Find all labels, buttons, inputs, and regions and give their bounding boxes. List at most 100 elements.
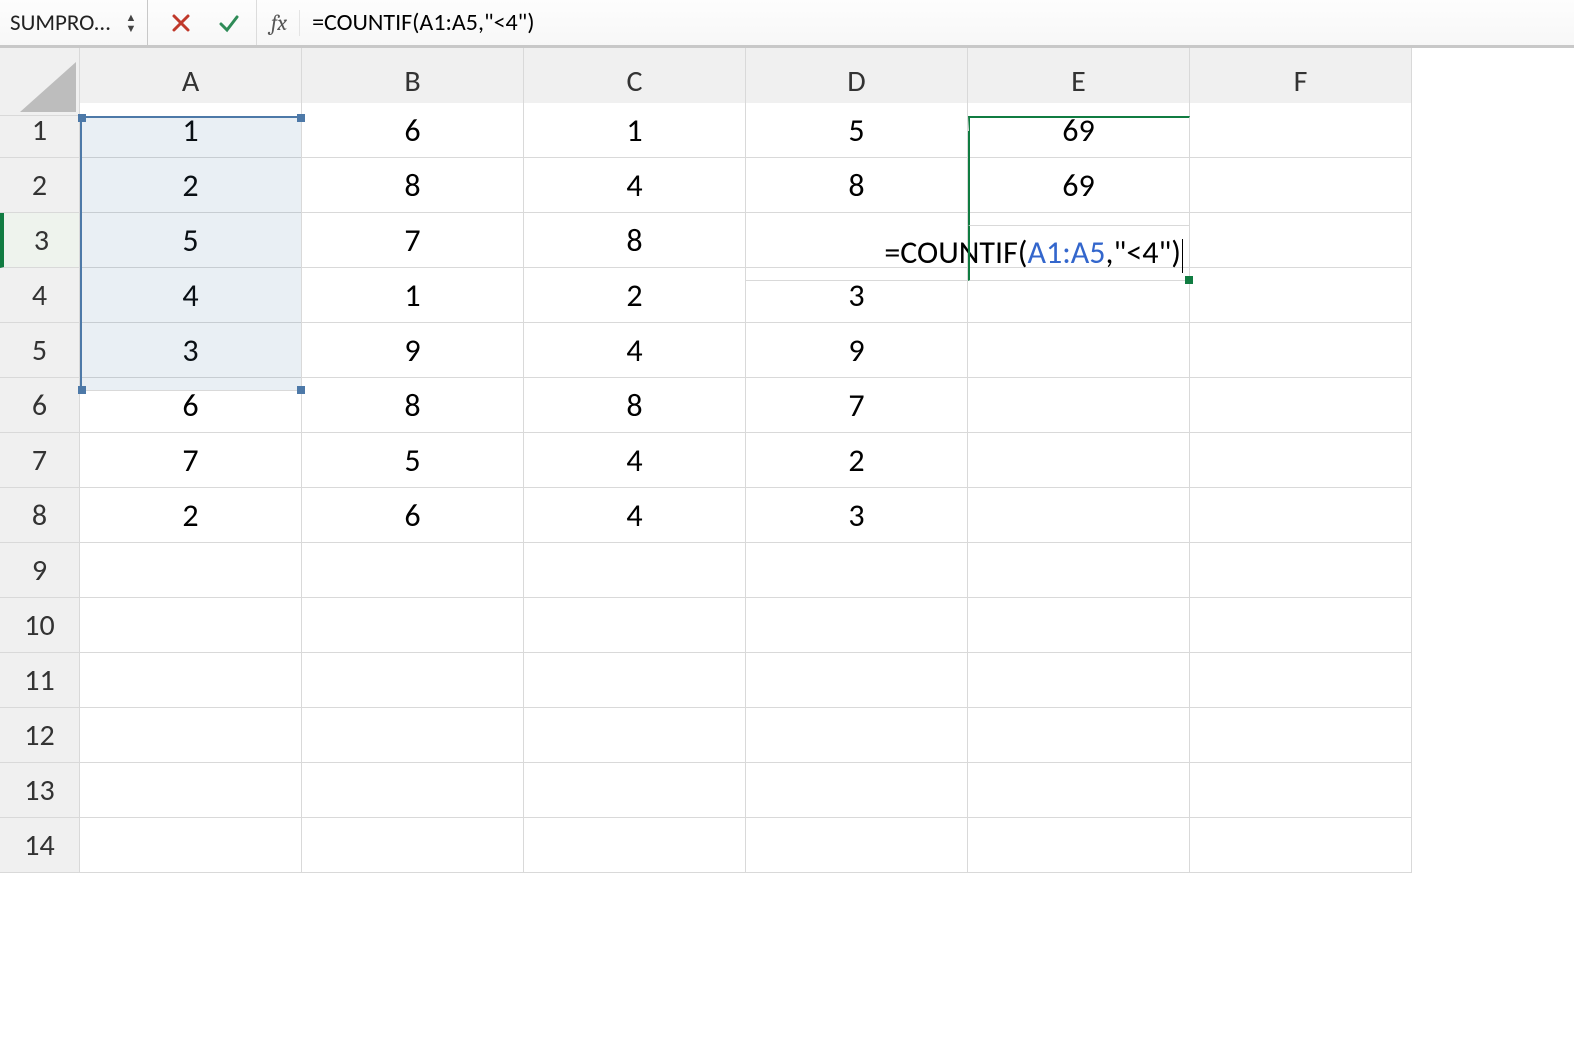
cell-F2[interactable] bbox=[1190, 158, 1412, 213]
cell-F5[interactable] bbox=[1190, 323, 1412, 378]
cell-A11[interactable] bbox=[80, 653, 302, 708]
name-box[interactable]: SUMPRO… ▲ ▼ bbox=[0, 0, 148, 45]
cell-F11[interactable] bbox=[1190, 653, 1412, 708]
cell-D1[interactable]: 5 bbox=[746, 103, 968, 158]
row-header-4[interactable]: 4 bbox=[0, 268, 80, 323]
cell-F8[interactable] bbox=[1190, 488, 1412, 543]
cell-E5[interactable] bbox=[968, 323, 1190, 378]
cell-B5[interactable]: 9 bbox=[302, 323, 524, 378]
cell-B2[interactable]: 8 bbox=[302, 158, 524, 213]
cell-D6[interactable]: 7 bbox=[746, 378, 968, 433]
cell-D8[interactable]: 3 bbox=[746, 488, 968, 543]
cell-A8[interactable]: 2 bbox=[80, 488, 302, 543]
fx-label[interactable]: fx bbox=[257, 10, 300, 36]
cell-F12[interactable] bbox=[1190, 708, 1412, 763]
cell-D2[interactable]: 8 bbox=[746, 158, 968, 213]
cell-C11[interactable] bbox=[524, 653, 746, 708]
cell-C9[interactable] bbox=[524, 543, 746, 598]
cell-A9[interactable] bbox=[80, 543, 302, 598]
cell-A2[interactable]: 2 bbox=[80, 158, 302, 213]
cell-C8[interactable]: 4 bbox=[524, 488, 746, 543]
cell-D11[interactable] bbox=[746, 653, 968, 708]
spreadsheet-grid[interactable]: A B C D E F 1 1 6 1 5 69 2 2 8 4 8 69 3 … bbox=[0, 48, 1574, 873]
cell-E9[interactable] bbox=[968, 543, 1190, 598]
cell-E14[interactable] bbox=[968, 818, 1190, 873]
row-header-10[interactable]: 10 bbox=[0, 598, 80, 653]
cell-B1[interactable]: 6 bbox=[302, 103, 524, 158]
cell-D9[interactable] bbox=[746, 543, 968, 598]
cell-D7[interactable]: 2 bbox=[746, 433, 968, 488]
cell-A3[interactable]: 5 bbox=[80, 213, 302, 268]
cell-editor[interactable]: =COUNTIF(A1:A5,"<4") bbox=[746, 226, 1190, 281]
cell-A6[interactable]: 6 bbox=[80, 378, 302, 433]
cell-B11[interactable] bbox=[302, 653, 524, 708]
cell-F4[interactable] bbox=[1190, 268, 1412, 323]
cell-C5[interactable]: 4 bbox=[524, 323, 746, 378]
cell-B3[interactable]: 7 bbox=[302, 213, 524, 268]
cell-C12[interactable] bbox=[524, 708, 746, 763]
accept-button[interactable] bbox=[216, 10, 242, 36]
row-header-5[interactable]: 5 bbox=[0, 323, 80, 378]
cell-A7[interactable]: 7 bbox=[80, 433, 302, 488]
cell-E13[interactable] bbox=[968, 763, 1190, 818]
row-header-11[interactable]: 11 bbox=[0, 653, 80, 708]
cell-A12[interactable] bbox=[80, 708, 302, 763]
cell-C6[interactable]: 8 bbox=[524, 378, 746, 433]
cell-C1[interactable]: 1 bbox=[524, 103, 746, 158]
cell-B9[interactable] bbox=[302, 543, 524, 598]
cell-F9[interactable] bbox=[1190, 543, 1412, 598]
cell-C2[interactable]: 4 bbox=[524, 158, 746, 213]
cell-F6[interactable] bbox=[1190, 378, 1412, 433]
formula-input[interactable]: =COUNTIF(A1:A5,"<4") bbox=[300, 8, 1574, 37]
cell-C4[interactable]: 2 bbox=[524, 268, 746, 323]
cell-B4[interactable]: 1 bbox=[302, 268, 524, 323]
cell-B6[interactable]: 8 bbox=[302, 378, 524, 433]
cell-E2[interactable]: 69 bbox=[968, 158, 1190, 213]
cell-F13[interactable] bbox=[1190, 763, 1412, 818]
cell-F3[interactable] bbox=[1190, 213, 1412, 268]
row-header-2[interactable]: 2 bbox=[0, 158, 80, 213]
row-header-8[interactable]: 8 bbox=[0, 488, 80, 543]
cancel-button[interactable] bbox=[168, 10, 194, 36]
cell-A14[interactable] bbox=[80, 818, 302, 873]
cell-D5[interactable]: 9 bbox=[746, 323, 968, 378]
cell-F7[interactable] bbox=[1190, 433, 1412, 488]
row-header-12[interactable]: 12 bbox=[0, 708, 80, 763]
cell-B14[interactable] bbox=[302, 818, 524, 873]
cell-C3[interactable]: 8 bbox=[524, 213, 746, 268]
cell-E10[interactable] bbox=[968, 598, 1190, 653]
cell-F10[interactable] bbox=[1190, 598, 1412, 653]
cell-D14[interactable] bbox=[746, 818, 968, 873]
cell-C7[interactable]: 4 bbox=[524, 433, 746, 488]
row-header-6[interactable]: 6 bbox=[0, 378, 80, 433]
cell-E6[interactable] bbox=[968, 378, 1190, 433]
cell-E8[interactable] bbox=[968, 488, 1190, 543]
cell-D10[interactable] bbox=[746, 598, 968, 653]
cell-B13[interactable] bbox=[302, 763, 524, 818]
cell-B12[interactable] bbox=[302, 708, 524, 763]
row-header-14[interactable]: 14 bbox=[0, 818, 80, 873]
cell-E7[interactable] bbox=[968, 433, 1190, 488]
cell-F1[interactable] bbox=[1190, 103, 1412, 158]
cell-C10[interactable] bbox=[524, 598, 746, 653]
cell-E1[interactable]: 69 bbox=[968, 103, 1190, 158]
cell-B8[interactable]: 6 bbox=[302, 488, 524, 543]
row-header-9[interactable]: 9 bbox=[0, 543, 80, 598]
row-header-3[interactable]: 3 bbox=[0, 213, 80, 268]
cell-F14[interactable] bbox=[1190, 818, 1412, 873]
row-header-13[interactable]: 13 bbox=[0, 763, 80, 818]
cell-A10[interactable] bbox=[80, 598, 302, 653]
cell-D13[interactable] bbox=[746, 763, 968, 818]
cell-C13[interactable] bbox=[524, 763, 746, 818]
row-header-7[interactable]: 7 bbox=[0, 433, 80, 488]
cell-C14[interactable] bbox=[524, 818, 746, 873]
cell-A4[interactable]: 4 bbox=[80, 268, 302, 323]
cell-A1[interactable]: 1 bbox=[80, 103, 302, 158]
cell-B7[interactable]: 5 bbox=[302, 433, 524, 488]
name-box-stepper[interactable]: ▲ ▼ bbox=[121, 12, 141, 34]
cell-E11[interactable] bbox=[968, 653, 1190, 708]
select-all-corner[interactable] bbox=[0, 48, 80, 116]
cell-A13[interactable] bbox=[80, 763, 302, 818]
cell-E12[interactable] bbox=[968, 708, 1190, 763]
cell-A5[interactable]: 3 bbox=[80, 323, 302, 378]
